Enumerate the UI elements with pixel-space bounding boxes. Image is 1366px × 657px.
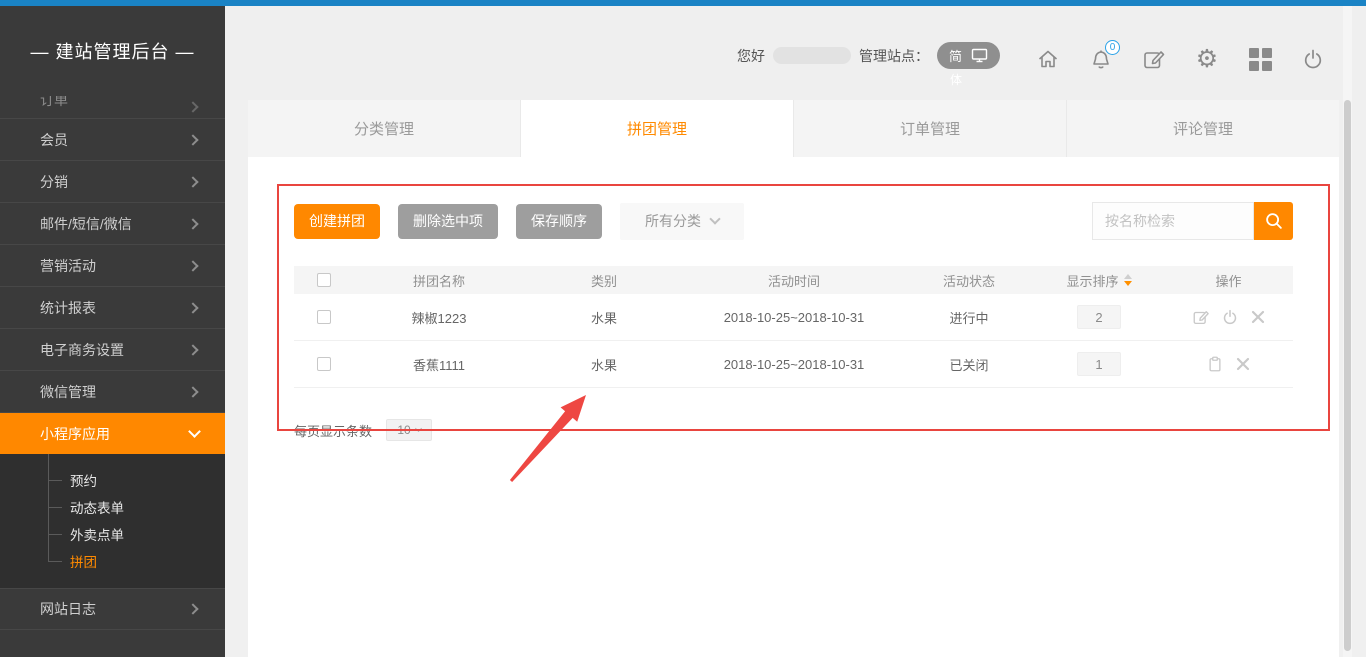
table-row: 香蕉1111 水果 2018-10-25~2018-10-31 已关闭 1 xyxy=(294,341,1293,388)
chevron-right-icon xyxy=(187,176,198,187)
edit-icon[interactable] xyxy=(1141,44,1167,74)
submenu-item-takeout[interactable]: 外卖点单 xyxy=(0,520,225,547)
cell-category: 水果 xyxy=(524,355,684,374)
search-group xyxy=(1092,202,1293,240)
cell-name: 辣椒1223 xyxy=(354,308,524,327)
chevron-right-icon xyxy=(187,260,198,271)
cell-time: 2018-10-25~2018-10-31 xyxy=(684,357,904,372)
sidebar-item-miniprogram[interactable]: 小程序应用 xyxy=(0,412,225,454)
chevron-right-icon xyxy=(187,386,198,397)
sidebar-item-messaging[interactable]: 邮件/短信/微信 xyxy=(0,202,225,244)
cell-status: 已关闭 xyxy=(904,355,1034,374)
header-category: 类别 xyxy=(524,271,684,290)
tab-comment-management[interactable]: 评论管理 xyxy=(1066,100,1339,157)
header-sort: 显示排序 xyxy=(1066,271,1118,290)
create-groupbuy-button[interactable]: 创建拼团 xyxy=(294,204,380,239)
gear-icon[interactable]: ⚙ xyxy=(1194,44,1220,74)
tab-order-management[interactable]: 订单管理 xyxy=(793,100,1066,157)
chevron-right-icon xyxy=(187,218,198,229)
language-pill-button[interactable]: 简 xyxy=(937,42,1000,69)
app-window: — 建站管理后台 — 订单 会员 分销 邮件/短信/微信 营销活动 统计报表 电… xyxy=(0,0,1366,657)
chevron-right-icon xyxy=(187,344,198,355)
header-status: 活动状态 xyxy=(904,271,1034,290)
sidebar-item-site-logs[interactable]: 网站日志 xyxy=(0,588,225,630)
tab-bar: 分类管理 拼团管理 订单管理 评论管理 xyxy=(248,100,1339,157)
header-time: 活动时间 xyxy=(684,271,904,290)
cell-time: 2018-10-25~2018-10-31 xyxy=(684,310,904,325)
monitor-icon xyxy=(971,48,988,63)
language-sub-text: 体 xyxy=(950,71,962,88)
sidebar-item-reports[interactable]: 统计报表 xyxy=(0,286,225,328)
groupbuy-table: 拼团名称 类别 活动时间 活动状态 显示排序 操作 辣椒1223 水果 2018… xyxy=(294,266,1293,388)
bell-icon[interactable]: 0 xyxy=(1088,44,1114,74)
submenu-item-booking[interactable]: 预约 xyxy=(0,466,225,493)
topbar-icons: 0 ⚙ xyxy=(1035,44,1326,74)
chevron-down-icon xyxy=(415,425,422,432)
tab-groupbuy-management[interactable]: 拼团管理 xyxy=(520,100,793,157)
header-name: 拼团名称 xyxy=(354,271,524,290)
main-panel: 分类管理 拼团管理 订单管理 评论管理 创建拼团 删除选中项 保存顺序 所有分类 xyxy=(248,100,1339,657)
sidebar: — 建站管理后台 — 订单 会员 分销 邮件/短信/微信 营销活动 统计报表 电… xyxy=(0,6,225,657)
topbar: 您好 管理站点： 简 体 xyxy=(225,6,1366,100)
home-icon[interactable] xyxy=(1035,44,1061,74)
search-icon xyxy=(1263,210,1285,232)
chevron-right-icon xyxy=(187,302,198,313)
miniprogram-submenu: 预约 动态表单 外卖点单 拼团 xyxy=(0,454,225,588)
sidebar-item-marketing[interactable]: 营销活动 xyxy=(0,244,225,286)
sort-order-input[interactable]: 1 xyxy=(1077,352,1121,376)
power-icon[interactable] xyxy=(1221,308,1239,326)
tab-category-management[interactable]: 分类管理 xyxy=(248,100,520,157)
page-size-label: 每页显示条数 xyxy=(294,421,372,440)
close-icon[interactable] xyxy=(1250,309,1266,325)
sidebar-item-members[interactable]: 会员 xyxy=(0,118,225,160)
sort-order-input[interactable]: 2 xyxy=(1077,305,1121,329)
toolbar: 创建拼团 删除选中项 保存顺序 所有分类 xyxy=(294,202,1293,240)
search-button[interactable] xyxy=(1254,202,1293,240)
cell-name: 香蕉1111 xyxy=(354,355,524,374)
submenu-item-groupbuy[interactable]: 拼团 xyxy=(0,547,225,574)
save-order-button[interactable]: 保存顺序 xyxy=(516,204,602,239)
select-all-checkbox[interactable] xyxy=(317,273,331,287)
cell-category: 水果 xyxy=(524,308,684,327)
chevron-right-icon xyxy=(187,101,198,112)
chevron-down-icon xyxy=(188,425,201,438)
site-label: 管理站点： xyxy=(859,46,929,66)
app-title: — 建站管理后台 — xyxy=(0,6,225,96)
cell-status: 进行中 xyxy=(904,308,1034,327)
sidebar-item-wechat[interactable]: 微信管理 xyxy=(0,370,225,412)
page-size-control: 每页显示条数 10 xyxy=(294,419,1293,441)
search-input[interactable] xyxy=(1092,202,1254,240)
chevron-right-icon xyxy=(187,134,198,145)
top-accent-bar xyxy=(0,0,1366,6)
row-checkbox[interactable] xyxy=(317,357,331,371)
notification-badge: 0 xyxy=(1105,40,1120,55)
sidebar-item-ecommerce-settings[interactable]: 电子商务设置 xyxy=(0,328,225,370)
chevron-down-icon xyxy=(709,213,720,224)
close-icon[interactable] xyxy=(1235,356,1251,372)
greeting-text: 您好 xyxy=(737,46,765,66)
sort-toggle-icon[interactable] xyxy=(1124,274,1132,286)
category-filter-select[interactable]: 所有分类 xyxy=(620,203,744,240)
vertical-scrollbar[interactable] xyxy=(1343,6,1352,657)
apps-grid-icon[interactable] xyxy=(1247,44,1273,74)
user-cluster: 您好 管理站点： 简 体 xyxy=(737,42,1000,69)
header-actions: 操作 xyxy=(1164,271,1293,290)
sidebar-item-distribution[interactable]: 分销 xyxy=(0,160,225,202)
site-switcher: 简 体 xyxy=(937,42,1000,69)
power-icon[interactable] xyxy=(1300,44,1326,74)
table-header-row: 拼团名称 类别 活动时间 活动状态 显示排序 操作 xyxy=(294,266,1293,294)
clipboard-icon[interactable] xyxy=(1206,355,1224,373)
chevron-right-icon xyxy=(187,603,198,614)
submenu-item-dynamic-form[interactable]: 动态表单 xyxy=(0,493,225,520)
sidebar-item-orders[interactable]: 订单 xyxy=(0,96,225,118)
row-checkbox[interactable] xyxy=(317,310,331,324)
delete-selected-button[interactable]: 删除选中项 xyxy=(398,204,498,239)
scrollbar-thumb[interactable] xyxy=(1344,100,1351,651)
table-row: 辣椒1223 水果 2018-10-25~2018-10-31 进行中 2 xyxy=(294,294,1293,341)
edit-icon[interactable] xyxy=(1192,308,1210,326)
page-size-select[interactable]: 10 xyxy=(386,419,432,441)
redacted-username xyxy=(773,47,851,64)
